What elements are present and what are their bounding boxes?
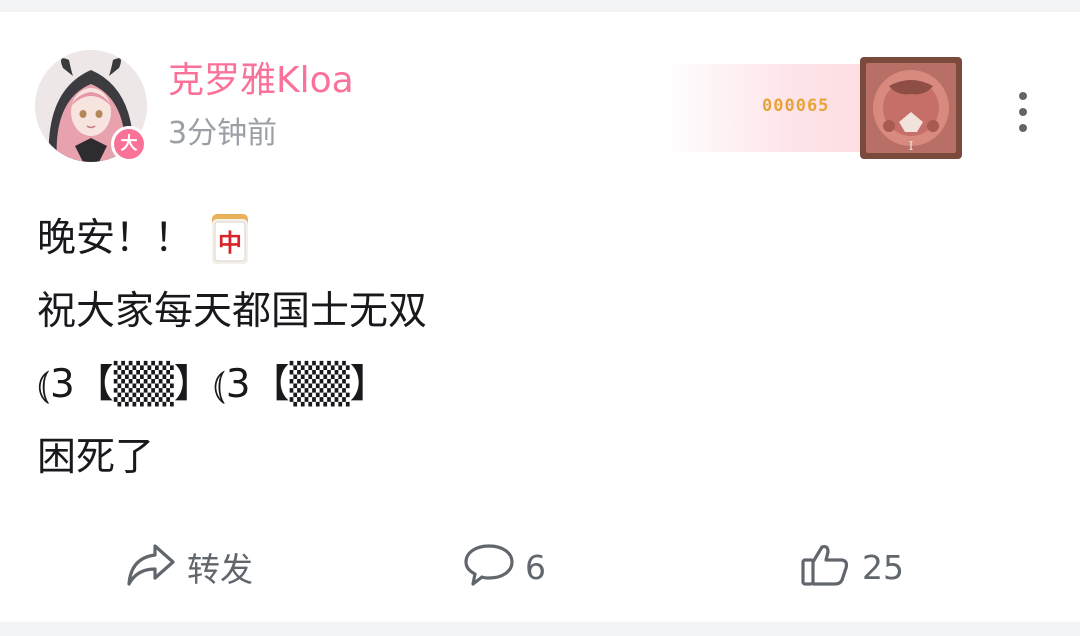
like-button[interactable]: 25 — [800, 542, 904, 592]
dynamic-card: 大 克罗雅Kloa 3分钟前 000065 I 晚安！！ 中 祝大家每天都国士无… — [0, 12, 1080, 622]
post-time: 3分钟前 — [168, 116, 278, 151]
level-badge: 大 — [111, 126, 147, 162]
svg-text:中: 中 — [218, 229, 242, 257]
avatar[interactable]: 大 — [35, 50, 147, 162]
fan-card-number: 000065 — [762, 96, 830, 116]
mahjong-tile-emoji: 中 — [211, 213, 249, 265]
share-button[interactable]: 转发 — [125, 542, 253, 592]
more-icon[interactable] — [1008, 90, 1038, 134]
comment-button[interactable]: 6 — [463, 542, 546, 592]
content-text: 晚安！！ — [37, 216, 194, 261]
like-icon — [800, 542, 852, 592]
comment-count: 6 — [525, 547, 546, 587]
share-label: 转发 — [187, 550, 253, 589]
svg-text:I: I — [909, 139, 914, 153]
content-line: ⦅3【▒▒】⦅3【▒▒】 — [37, 362, 389, 407]
post-content: 晚安！！ 中 祝大家每天都国士无双 ⦅3【▒▒】⦅3【▒▒】 困死了 — [37, 202, 427, 494]
comment-icon — [463, 542, 515, 592]
username[interactable]: 克罗雅Kloa — [168, 56, 354, 106]
like-count: 25 — [862, 547, 904, 587]
content-line: 祝大家每天都国士无双 — [37, 289, 428, 334]
fan-card-icon[interactable]: I — [859, 56, 963, 160]
content-line: 晚安！！ 中 — [37, 202, 427, 275]
share-icon — [125, 542, 177, 592]
content-line: 困死了 — [37, 435, 155, 480]
